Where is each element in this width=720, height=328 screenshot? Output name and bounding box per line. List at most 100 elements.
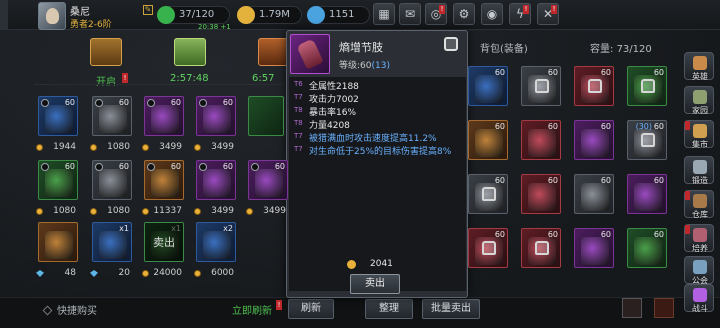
- bag-item-slot[interactable]: 60: [468, 120, 508, 160]
- shop-item-slot[interactable]: 60: [38, 160, 78, 200]
- edit-name-icon[interactable]: ✎: [143, 5, 153, 15]
- settings-button[interactable]: ⚙: [453, 3, 475, 25]
- fire-slot-button[interactable]: [654, 298, 674, 318]
- bag-item-slot[interactable]: 60: [468, 174, 508, 214]
- mail-icon: ✉: [404, 7, 416, 21]
- item-quantity: x1: [119, 224, 129, 233]
- sidebar-item-7[interactable]: 战斗: [684, 284, 714, 313]
- bow-icon: [203, 105, 231, 133]
- item-level: 等级:60(13): [339, 58, 390, 71]
- bag-item-slot[interactable]: 60: [521, 120, 561, 160]
- item-lock-icon[interactable]: [444, 37, 458, 51]
- sell-button[interactable]: 卖出: [350, 274, 400, 294]
- sidebar-item-1[interactable]: 家园: [684, 86, 714, 115]
- lock-icon: [482, 241, 496, 255]
- golden-staff-icon: [475, 129, 503, 157]
- item-price: 11337: [153, 206, 182, 216]
- lock-icon: [535, 79, 549, 93]
- stamina-resource[interactable]: 37/120: [157, 6, 230, 24]
- mail-button[interactable]: ✉: [399, 3, 421, 25]
- sidebar-item-0[interactable]: 英雄: [684, 52, 714, 81]
- bag-item-slot[interactable]: 60: [574, 174, 614, 214]
- bag-item-slot[interactable]: 60: [521, 66, 561, 106]
- chest-open-label: 开启: [96, 77, 116, 88]
- alert-icon: [685, 121, 690, 130]
- bag-capacity-value: 73/120: [616, 44, 652, 55]
- crossed-swords-button[interactable]: ✕!: [537, 3, 559, 25]
- gold-resource[interactable]: 1.79M: [237, 6, 302, 24]
- shop-item-slot[interactable]: 60: [196, 160, 236, 200]
- leather-pants-icon: [475, 75, 503, 103]
- shop-chest-1[interactable]: [90, 38, 122, 66]
- item-level: 60: [494, 230, 505, 239]
- player-avatar[interactable]: [38, 2, 66, 30]
- lock-icon: [641, 79, 655, 93]
- chest-open-alert-icon: !: [122, 73, 128, 83]
- bag-item-slot[interactable]: 60: [574, 120, 614, 160]
- diamond-resource[interactable]: 1151: [307, 6, 370, 24]
- refresh-alert-icon: !: [276, 300, 282, 310]
- gold-coin-icon: [237, 6, 255, 24]
- chest-timer-3: 6:57: [252, 73, 275, 84]
- item-level: 60: [494, 68, 505, 77]
- alert-icon: [685, 225, 690, 234]
- shop-item-slot[interactable]: x2: [196, 222, 236, 262]
- lightning-button[interactable]: ϟ!: [509, 3, 531, 25]
- refresh-button[interactable]: 刷新: [288, 299, 334, 319]
- bag-item-slot[interactable]: 60: [627, 228, 667, 268]
- bag-item-slot[interactable]: 60 (30): [627, 120, 667, 160]
- bottom-bar: [0, 297, 720, 328]
- shop-item-slot[interactable]: [38, 222, 78, 262]
- shop-item-slot[interactable]: 60: [92, 96, 132, 136]
- mask-icon: [581, 183, 609, 211]
- shop-item-slot[interactable]: 60: [144, 160, 184, 200]
- arrange-button[interactable]: 整理: [365, 299, 413, 319]
- shop-chest-2[interactable]: [174, 38, 206, 66]
- item-detail-popup: 熵增节肢 等级:60(13) T6 全属性2188 T7 攻击力7002 T8 暴击率16…: [286, 30, 468, 298]
- bulk-sell-button[interactable]: 批量卖出: [422, 299, 480, 319]
- sidebar-item-4[interactable]: 仓库: [684, 190, 714, 219]
- bag-capacity: 容量: 73/120: [590, 40, 652, 55]
- equipment-slot-button[interactable]: [622, 298, 642, 318]
- bag-item-slot[interactable]: 60: [574, 66, 614, 106]
- red-armor-icon: [528, 129, 556, 157]
- swirl-button[interactable]: ◉: [481, 3, 503, 25]
- left-edge-tab[interactable]: [0, 0, 8, 30]
- glasses-button[interactable]: ◎!: [425, 3, 447, 25]
- sidebar-item-5[interactable]: 培养: [684, 224, 714, 253]
- bag-item-slot[interactable]: 60: [521, 228, 561, 268]
- bag-item-slot[interactable]: 60: [627, 174, 667, 214]
- equip-ring-icon: [95, 163, 103, 171]
- bag-item-slot[interactable]: 60: [468, 228, 508, 268]
- refresh-now-label[interactable]: 立即刷新: [232, 302, 272, 317]
- shop-item-slot[interactable]: 60: [196, 96, 236, 136]
- shop-item-slot[interactable]: 60: [38, 96, 78, 136]
- shop-item-slot[interactable]: x1: [92, 222, 132, 262]
- sidebar-item-6[interactable]: 公会: [684, 256, 714, 285]
- item-level: 60: [64, 98, 75, 107]
- shop-item-slot[interactable]: 60: [92, 160, 132, 200]
- sidebar-item-label: 战斗: [692, 304, 708, 313]
- shop-item-slot[interactable]: 60: [248, 160, 288, 200]
- sidebar-item-3[interactable]: 锻造: [684, 156, 714, 185]
- stat-line: 暴击率16%: [309, 108, 357, 118]
- sidebar-item-2[interactable]: 集市: [684, 120, 714, 149]
- shop-item-slot[interactable]: 60: [144, 96, 184, 136]
- staff-icon: [45, 105, 73, 133]
- shop-button[interactable]: ▦: [373, 3, 395, 25]
- equip-ring-icon: [199, 163, 207, 171]
- bag-item-slot[interactable]: 60: [521, 174, 561, 214]
- shop-item-slot[interactable]: [248, 96, 284, 136]
- alert-icon: !: [439, 5, 445, 14]
- shop-item-slot[interactable]: x1卖出: [144, 222, 184, 262]
- bag-item-slot[interactable]: 60: [468, 66, 508, 106]
- sidebar-item-icon: [693, 228, 707, 242]
- bag-item-slot[interactable]: 60: [574, 228, 614, 268]
- ring-icon: [634, 237, 662, 265]
- item-price: 1080: [107, 206, 130, 216]
- bag-item-slot[interactable]: 60: [627, 66, 667, 106]
- gold-value: 1.79M: [259, 9, 290, 20]
- quick-buy-toggle[interactable]: 快捷购买: [42, 302, 97, 317]
- armor-icon: [99, 169, 127, 197]
- sidebar-item-label: 集市: [692, 140, 708, 149]
